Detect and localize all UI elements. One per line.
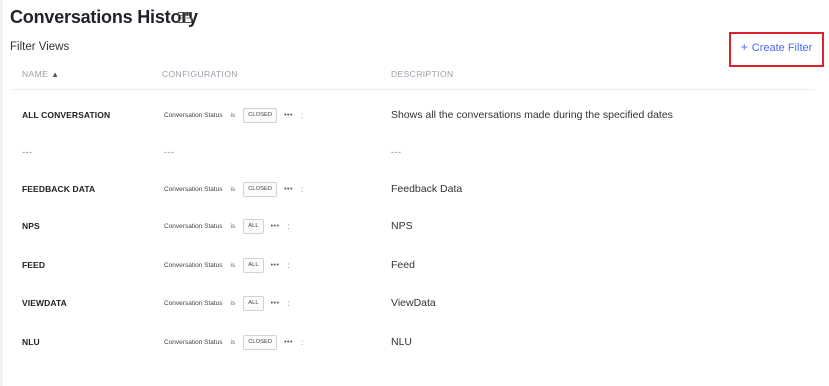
sort-icon[interactable]: ▲︎ [51, 70, 59, 79]
row-menu-icon[interactable]: : [301, 111, 303, 120]
more-conditions-icon[interactable]: ••• [271, 223, 280, 230]
table-row[interactable]: FEED Conversation Status is ALL ••• : Fe… [0, 247, 829, 284]
table-row[interactable]: NLU Conversation Status is CLOSED ••• : … [0, 324, 829, 361]
column-header-name[interactable]: NAME ▲︎ [22, 69, 60, 79]
config-field: Conversation Status [164, 112, 223, 119]
config-value-chip: CLOSED [243, 335, 278, 350]
row-menu-icon[interactable]: : [301, 338, 303, 347]
config-value-chip: CLOSED [243, 182, 278, 197]
filter-description: --- [391, 147, 402, 157]
more-conditions-icon[interactable]: ••• [284, 339, 293, 346]
row-menu-icon[interactable]: : [287, 222, 289, 231]
config-field: Conversation Status [164, 186, 223, 193]
more-conditions-icon[interactable]: ••• [284, 186, 293, 193]
more-conditions-icon[interactable]: ••• [284, 112, 293, 119]
filter-name: VIEWDATA [22, 298, 67, 308]
create-filter-highlight: + Create Filter [729, 32, 824, 67]
config-field: Conversation Status [164, 339, 223, 346]
book-icon[interactable] [178, 12, 192, 23]
filter-name: NLU [22, 337, 40, 347]
table-row[interactable]: VIEWDATA Conversation Status is ALL ••• … [0, 285, 829, 322]
configuration-cell: Conversation Status is CLOSED ••• : [164, 108, 303, 123]
config-value-chip: ALL [243, 296, 264, 311]
plus-icon: + [740, 40, 748, 54]
configuration-cell: Conversation Status is ALL ••• : [164, 219, 290, 234]
config-field: Conversation Status [164, 300, 223, 307]
config-value-chip: CLOSED [243, 108, 278, 123]
row-menu-icon[interactable]: : [301, 185, 303, 194]
filter-description: NPS [391, 220, 413, 232]
config-operator: is [230, 223, 236, 230]
table-row[interactable]: FEEDBACK DATA Conversation Status is CLO… [0, 171, 829, 208]
config-value-chip: ALL [243, 219, 264, 234]
table-row[interactable]: NPS Conversation Status is ALL ••• : NPS [0, 208, 829, 245]
config-field: Conversation Status [164, 262, 223, 269]
filter-views-label: Filter Views [10, 41, 70, 53]
config-operator: is [230, 300, 236, 307]
config-value-chip: ALL [243, 258, 264, 273]
page-title: Conversations History [10, 7, 198, 27]
row-menu-icon[interactable]: : [287, 261, 289, 270]
more-conditions-icon[interactable]: ••• [271, 300, 280, 307]
column-header-configuration: CONFIGURATION [162, 69, 238, 79]
config-operator: is [230, 112, 236, 119]
configuration-cell: Conversation Status is CLOSED ••• : [164, 335, 303, 350]
filter-description: Shows all the conversations made during … [391, 109, 673, 121]
filter-name: FEED [22, 260, 46, 270]
create-filter-button[interactable]: + Create Filter [731, 40, 822, 54]
config-operator: is [230, 262, 236, 269]
filter-description: Feedback Data [391, 183, 463, 195]
column-header-description: DESCRIPTION [391, 69, 454, 79]
filter-description: ViewData [391, 297, 436, 309]
filter-name: FEEDBACK DATA [22, 184, 96, 194]
table-row[interactable]: --- --- --- [0, 134, 829, 171]
configuration-cell: --- [164, 147, 175, 157]
create-filter-label: Create Filter [751, 42, 813, 54]
config-operator: is [230, 186, 236, 193]
configuration-cell: Conversation Status is CLOSED ••• : [164, 182, 303, 197]
filter-name: NPS [22, 221, 40, 231]
table-row[interactable]: ALL CONVERSATION Conversation Status is … [0, 97, 829, 134]
configuration-cell: Conversation Status is ALL ••• : [164, 258, 290, 273]
row-menu-icon[interactable]: : [287, 299, 289, 308]
filter-name: --- [22, 147, 33, 157]
filter-description: Feed [391, 259, 415, 271]
header-divider [10, 89, 815, 90]
config-field: Conversation Status [164, 223, 223, 230]
filter-name: ALL CONVERSATION [22, 110, 111, 120]
configuration-cell: Conversation Status is ALL ••• : [164, 296, 290, 311]
filter-description: NLU [391, 336, 413, 348]
config-operator: is [230, 339, 236, 346]
more-conditions-icon[interactable]: ••• [271, 262, 280, 269]
